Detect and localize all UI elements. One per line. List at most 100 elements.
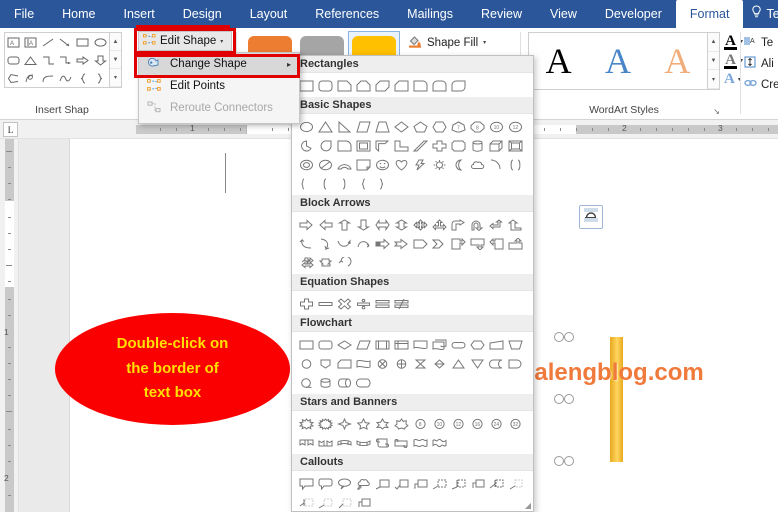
- callout-line-3[interactable]: [430, 474, 449, 493]
- shape-dodecagon[interactable]: 12: [506, 117, 525, 136]
- shape-teardrop[interactable]: [316, 136, 335, 155]
- shape-star-16-point[interactable]: 16: [468, 414, 487, 433]
- shape-explosion-2[interactable]: [316, 414, 335, 433]
- shape-star-24-point[interactable]: 24: [487, 414, 506, 433]
- edit-shape-button[interactable]: Edit Shape ▾: [138, 31, 232, 51]
- shape-not-equal[interactable]: [392, 294, 411, 313]
- shape-textbox-b[interactable]: A: [24, 37, 37, 48]
- shape-chevron[interactable]: [430, 234, 449, 253]
- tab-layout[interactable]: Layout: [236, 0, 302, 28]
- gallery-row-callouts[interactable]: [292, 471, 533, 511]
- callout-rectangular[interactable]: [297, 474, 316, 493]
- tab-file[interactable]: File: [0, 0, 48, 28]
- flowchart-manual-input[interactable]: [487, 335, 506, 354]
- callout-bent-line-accent[interactable]: [487, 474, 506, 493]
- create-link-button[interactable]: Cre: [744, 74, 778, 95]
- selection-handle-middle-left[interactable]: [554, 394, 564, 404]
- flowchart-stored-data[interactable]: [487, 354, 506, 373]
- tab-mailings[interactable]: Mailings: [393, 0, 467, 28]
- tab-insert[interactable]: Insert: [110, 0, 169, 28]
- gallery-row-equation-shapes[interactable]: [292, 291, 533, 315]
- shape-division[interactable]: [354, 294, 373, 313]
- shape-down-arrow-callout[interactable]: [468, 234, 487, 253]
- flowchart-connector[interactable]: [297, 354, 316, 373]
- shape-curved-ribbon-down[interactable]: [354, 433, 373, 452]
- shape-parallelogram[interactable]: [354, 117, 373, 136]
- shape-l-shape[interactable]: [392, 136, 411, 155]
- shape-circular-arrow[interactable]: [335, 253, 354, 272]
- shape-frame[interactable]: [354, 136, 373, 155]
- gallery-row-basic-shapes[interactable]: 7 8 10 12: [292, 114, 533, 195]
- flowchart-process[interactable]: [297, 335, 316, 354]
- shape-curve-left[interactable]: [42, 73, 55, 84]
- gallery-row-block-arrows[interactable]: [292, 212, 533, 274]
- shape-right-triangle[interactable]: [335, 117, 354, 136]
- shape-arc[interactable]: [487, 155, 506, 174]
- shape-star-6-point[interactable]: [373, 414, 392, 433]
- flowchart-document[interactable]: [411, 335, 430, 354]
- shape-octagon[interactable]: 8: [468, 117, 487, 136]
- shape-arrow[interactable]: [59, 37, 72, 48]
- flowchart-off-page-connector[interactable]: [316, 354, 335, 373]
- shape-rectangle[interactable]: [76, 37, 89, 48]
- shape-freeform[interactable]: [7, 73, 20, 84]
- shape-diamond[interactable]: [392, 117, 411, 136]
- flowchart-preparation[interactable]: [468, 335, 487, 354]
- flowchart-card[interactable]: [335, 354, 354, 373]
- menu-item-change-shape[interactable]: Change Shape ▸: [139, 53, 299, 75]
- flowchart-summing-junction[interactable]: [373, 354, 392, 373]
- flowchart-display[interactable]: [354, 373, 373, 392]
- shape-pentagon[interactable]: [411, 117, 430, 136]
- shape-snip-diagonal-corner[interactable]: [373, 76, 392, 95]
- tab-developer[interactable]: Developer: [591, 0, 676, 28]
- shape-line[interactable]: [42, 37, 55, 48]
- selection-handle-bottom-right[interactable]: [564, 456, 574, 466]
- flowchart-extract[interactable]: [449, 354, 468, 373]
- flowchart-magnetic-disk[interactable]: [316, 373, 335, 392]
- gallery-more-icon[interactable]: ▾: [110, 69, 121, 87]
- shape-smiley-face[interactable]: [373, 155, 392, 174]
- callout-line-3-accent[interactable]: [335, 493, 354, 511]
- vertical-ruler[interactable]: 1 2: [0, 139, 19, 512]
- wordart-scroll-down-icon[interactable]: ▼: [708, 52, 719, 71]
- wordart-dialog-launcher[interactable]: ↘: [713, 107, 720, 116]
- shape-explosion-1[interactable]: [297, 414, 316, 433]
- resize-grip-icon[interactable]: ◢: [525, 501, 531, 510]
- chevron-right-icon[interactable]: ▸: [287, 60, 291, 69]
- tab-home[interactable]: Home: [48, 0, 109, 28]
- shape-arrow-quad[interactable]: [411, 215, 430, 234]
- shape-right-brace[interactable]: [373, 174, 392, 193]
- shape-lightning-bolt[interactable]: [411, 155, 430, 174]
- flowchart-merge[interactable]: [468, 354, 487, 373]
- shape-round-diagonal-corner[interactable]: [449, 76, 468, 95]
- shape-arrow-up-down[interactable]: [392, 215, 411, 234]
- shape-arrow-down[interactable]: [354, 215, 373, 234]
- shape-left-bracket[interactable]: [316, 174, 335, 193]
- change-shape-gallery[interactable]: Rectangles Basic Shapes 7 8 10 12 Block …: [291, 55, 534, 512]
- gallery-scroll-up-icon[interactable]: ▲: [110, 33, 121, 51]
- layout-options-button[interactable]: [579, 205, 603, 229]
- shape-arrow-notched-right[interactable]: [392, 234, 411, 253]
- tab-view[interactable]: View: [536, 0, 591, 28]
- callout-line[interactable]: [373, 474, 392, 493]
- shape-double-wave[interactable]: [430, 433, 449, 452]
- shape-star-4-point[interactable]: [335, 414, 354, 433]
- shape-right-brace[interactable]: [94, 73, 107, 84]
- shape-round-single-corner[interactable]: [411, 76, 430, 95]
- shape-up-arrow-callout[interactable]: [506, 234, 525, 253]
- shape-ribbon-down[interactable]: [316, 433, 335, 452]
- gallery-row-flowchart[interactable]: [292, 332, 533, 394]
- shape-trapezoid[interactable]: [373, 117, 392, 136]
- tell-me-box[interactable]: Tell m: [743, 0, 778, 28]
- yellow-text-box[interactable]: [610, 337, 623, 462]
- flowchart-collate[interactable]: [411, 354, 430, 373]
- shape-multiply[interactable]: [335, 294, 354, 313]
- callout-cloud[interactable]: [354, 474, 373, 493]
- shape-equal[interactable]: [373, 294, 392, 313]
- shape-cross[interactable]: [430, 136, 449, 155]
- shape-moon[interactable]: [449, 155, 468, 174]
- shape-left-right-arrow-callout[interactable]: [316, 253, 335, 272]
- callout-bent-line[interactable]: [468, 474, 487, 493]
- callout-line-accent[interactable]: [449, 474, 468, 493]
- gallery-row-stars-banners[interactable]: 8 10 12 16 24 32: [292, 411, 533, 454]
